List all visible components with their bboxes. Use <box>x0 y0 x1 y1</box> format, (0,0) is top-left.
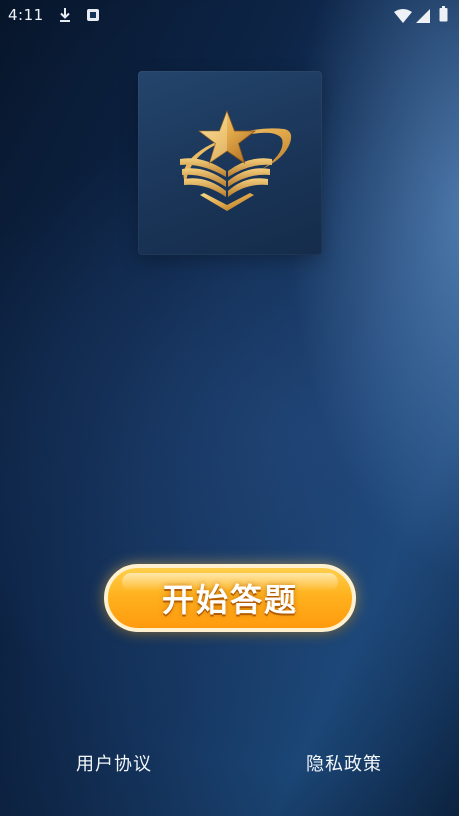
wifi-icon <box>394 8 412 27</box>
battery-icon <box>439 6 448 26</box>
status-time: 4:11 <box>8 6 44 24</box>
star-book-emblem-icon <box>180 109 292 211</box>
user-agreement-link[interactable]: 用户协议 <box>76 750 152 776</box>
notification-icon <box>86 7 100 26</box>
privacy-policy-link[interactable]: 隐私政策 <box>306 750 382 776</box>
start-quiz-button[interactable]: 开始答题 <box>104 564 356 632</box>
status-bar: 4:11 <box>0 0 459 30</box>
start-quiz-label: 开始答题 <box>161 581 298 619</box>
app-logo-tile <box>138 71 322 255</box>
download-icon <box>58 7 72 27</box>
cell-signal-icon <box>416 8 430 27</box>
